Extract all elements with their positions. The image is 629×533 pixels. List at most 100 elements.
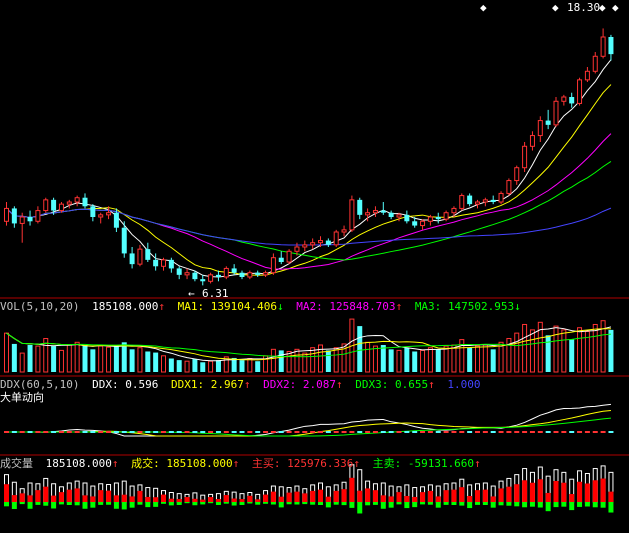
candle-body-down (168, 259, 174, 269)
deal-buy-bar (482, 489, 488, 502)
deal-sell-bar (66, 502, 72, 505)
volume-bar-up (475, 345, 480, 373)
deal-buy-bar (113, 495, 119, 502)
ddx-bar (427, 431, 433, 433)
scroll-right-marker-icon[interactable]: ◆ (599, 1, 606, 14)
ddx-bar (357, 431, 363, 433)
deal-sell-bar (129, 502, 135, 508)
candle-body-down (608, 37, 614, 55)
ddx-bar (584, 431, 590, 433)
deal-sell-bar (27, 502, 33, 509)
candle-body-down (490, 199, 496, 202)
candle-body-up (66, 201, 72, 205)
ddx1-label: DDX1: (170, 378, 205, 391)
deal-buy-bar (27, 495, 33, 502)
ddx-bar (153, 431, 159, 433)
vol-ma1-down-arrow-icon: ↓ (276, 300, 284, 313)
candle-body-up (270, 257, 276, 274)
ddx-bar (74, 431, 80, 433)
deal-buy-bar (19, 493, 25, 502)
stock-chart-canvas[interactable] (0, 0, 629, 533)
buy-label: 主买: (251, 457, 281, 470)
deal-volume-up-arrow-icon: ↑ (111, 457, 119, 470)
volume-bar-up (372, 345, 378, 373)
low-price-label: 6.31 (202, 287, 229, 300)
deal-sell-bar (286, 502, 292, 505)
deal-buy-bar (82, 495, 88, 502)
ddx2-up-arrow-icon: ↑ (335, 378, 343, 391)
scroll-left-marker-icon[interactable]: ◆ (480, 1, 487, 14)
deal-sell-bar (569, 502, 575, 511)
deal-buy-bar (286, 492, 292, 502)
candle-body-up (592, 55, 598, 72)
deal-sell-bar (357, 502, 363, 514)
deal-sell-bar (51, 502, 57, 509)
candle-body-up (333, 231, 339, 246)
zoom-marker-icon[interactable]: ◆ (612, 1, 619, 14)
deal-header: 成交量 185108.000↑ 成交: 185108.000↑ 主买: 1259… (0, 457, 487, 471)
deal-buy-bar (192, 498, 198, 502)
ddx-bar (51, 431, 57, 433)
ddx-bar (192, 431, 198, 433)
volume-bar-down (215, 360, 221, 372)
volume-bar-down (51, 346, 57, 372)
deal-sell-bar (215, 502, 221, 505)
candle-body-up (184, 272, 190, 276)
volume-bar-up (74, 341, 80, 373)
volume-bar-up (106, 346, 112, 373)
deal-sell-bar (341, 502, 347, 506)
candle-body-down (231, 268, 237, 273)
deal-sell-bar (482, 502, 488, 505)
vol-ma2-label: MA2: (296, 300, 323, 313)
candle-body-down (278, 257, 284, 262)
deal-buy-bar (498, 488, 504, 502)
volume-bar-up (592, 323, 598, 373)
ddx-bar (569, 431, 575, 433)
candle-body-up (372, 210, 378, 214)
ddx-bar (490, 431, 496, 433)
deal-sell-bar (420, 502, 426, 505)
volume-bar-up (482, 344, 488, 373)
candle-body-up (58, 203, 64, 212)
deal-buy-bar (412, 496, 418, 502)
vol-ma3-label: MA3: (414, 300, 442, 313)
volume-bar-up (4, 332, 9, 373)
deal-sell-bar (121, 502, 127, 510)
deal-sell-bar (145, 502, 151, 508)
candle-body-up (247, 272, 253, 278)
deal-sell-bar (451, 502, 457, 505)
deal-volume-value: 185108.000 (45, 457, 112, 470)
ddx-bar (561, 431, 567, 433)
ddx-bar (553, 431, 559, 433)
ddx-bar (200, 431, 206, 433)
candle-body-up (341, 229, 347, 233)
deal-sell-bar (58, 502, 64, 505)
deal-sell-bar (522, 502, 528, 508)
deal-buy-bar (475, 490, 480, 502)
deal-sell-bar (153, 502, 159, 507)
volume-bar-up (427, 347, 433, 373)
candle-body-down (113, 212, 119, 228)
ddx-bar (341, 431, 347, 433)
ddx-bar (4, 431, 9, 433)
ddx-bar (420, 431, 426, 433)
deal-label: 成交: (131, 457, 160, 470)
deal-buy-bar (561, 482, 567, 502)
ma10-line (6, 84, 612, 276)
deal-sell-bar (608, 502, 614, 513)
deal-buy-bar (106, 490, 112, 502)
deal-buy-bar (200, 499, 206, 502)
candle-body-up (584, 70, 590, 81)
deal-buy-bar (51, 495, 57, 502)
volume-bar-down (380, 345, 386, 372)
deal-sell-bar (506, 502, 512, 506)
sell-up-arrow-icon: ↑ (474, 457, 481, 470)
candle-body-up (310, 242, 316, 246)
deal-buy-bar (435, 496, 441, 502)
vol-title: VOL(5,10,20) (0, 300, 80, 313)
deal-buy-bar (255, 499, 261, 502)
volume-bar-up (286, 350, 292, 373)
deal-sell-bar (592, 502, 598, 508)
deal-sell-bar (349, 502, 355, 508)
candle-body-up (427, 216, 433, 222)
